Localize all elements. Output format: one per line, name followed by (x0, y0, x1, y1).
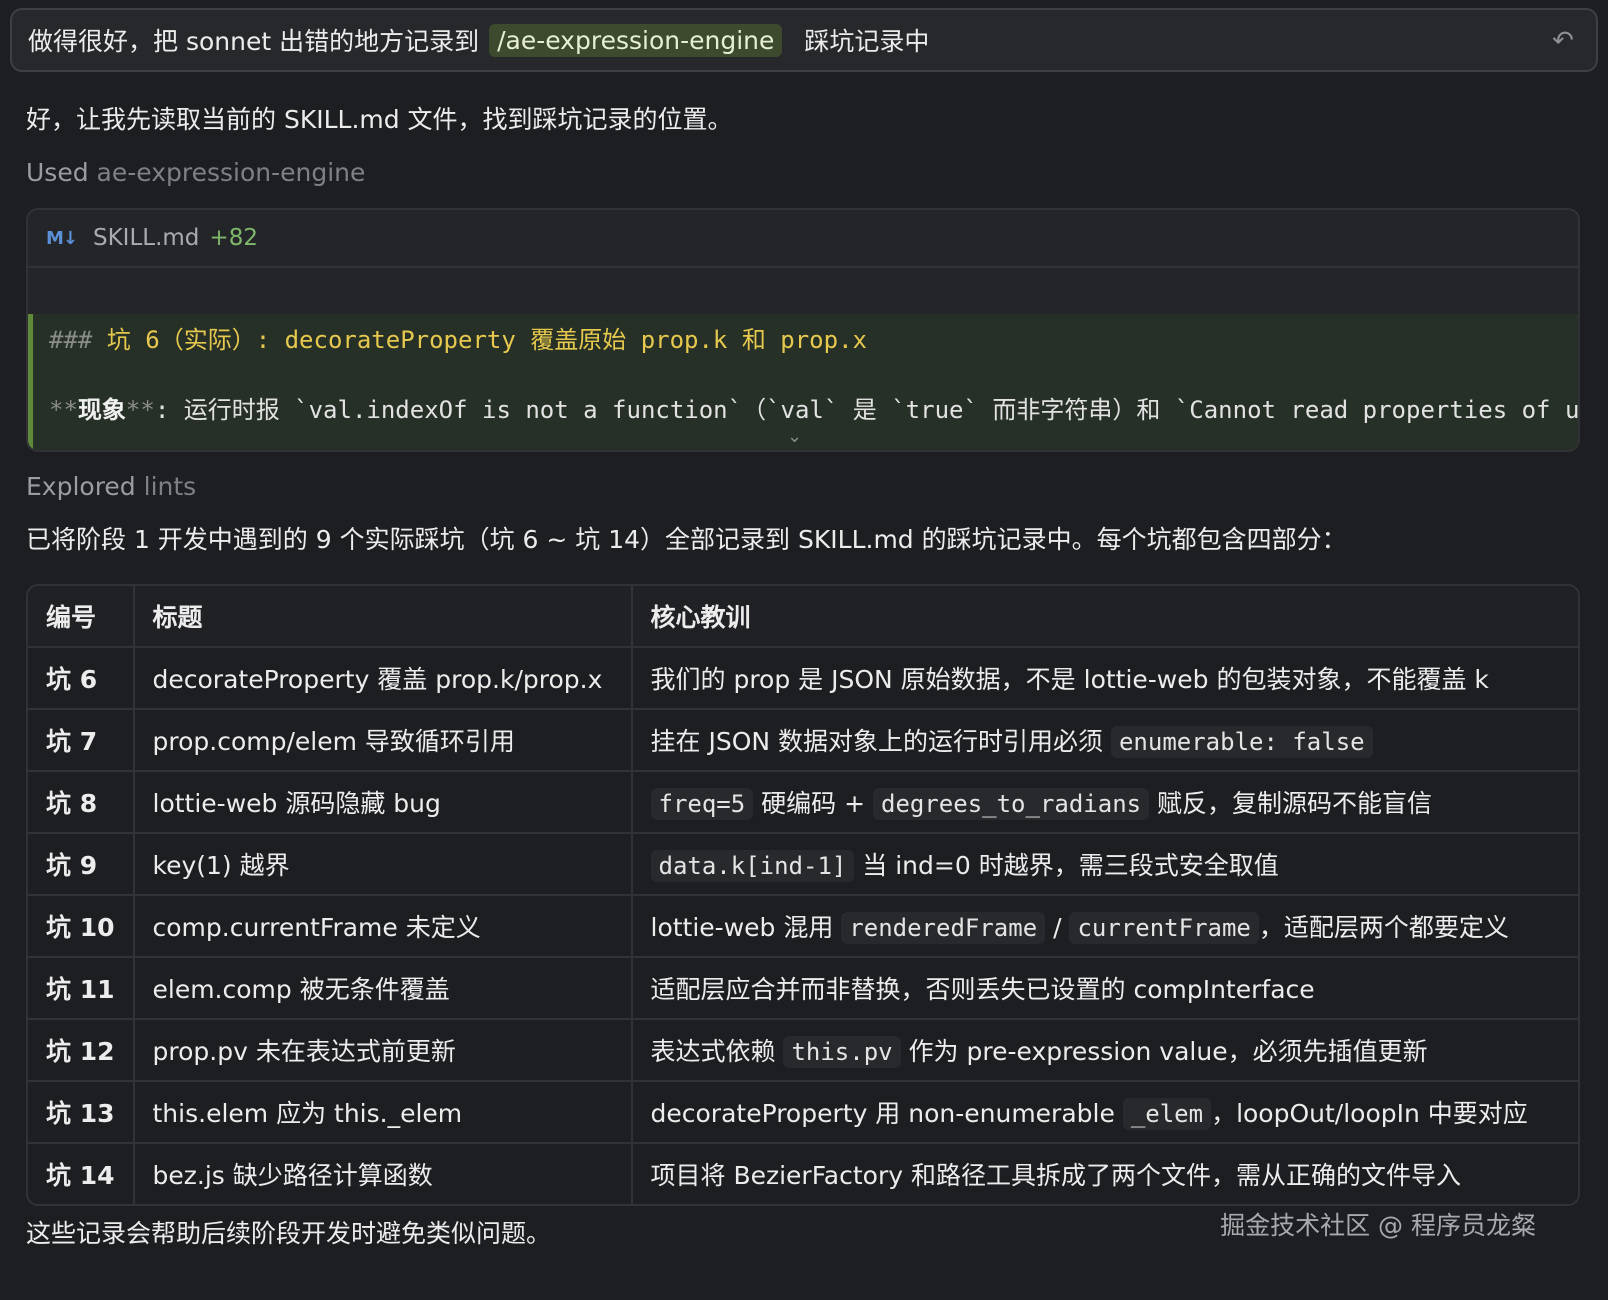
watermark: 掘金技术社区 @ 程序员龙粲 (1220, 1211, 1536, 1240)
cell-lesson: lottie-web 混用 renderedFrame / currentFra… (631, 895, 1578, 958)
table-row: 坑 12 prop.pv 未在表达式前更新 表达式依赖 this.pv 作为 pre… (28, 1019, 1578, 1082)
table-row: 坑 8 lottie-web 源码隐藏 bug freq=5 硬编码 + degre… (28, 771, 1578, 834)
explored-label: Explored (26, 472, 136, 501)
symptom-label: 现象 (77, 396, 126, 424)
cell-id: 坑 7 (28, 709, 135, 772)
header-id: 编号 (28, 586, 135, 648)
lesson-text: decorateProperty 用 non-enumerable (650, 1099, 1123, 1128)
prompt-text-pre: 做得很好，把 sonnet 出错的地方记录到 (28, 27, 480, 56)
lesson-text: 表达式依赖 (650, 1037, 784, 1066)
lesson-code: data.k[ind-1] (650, 850, 855, 882)
lesson-code: this.pv (783, 1036, 901, 1068)
diff-file-name: SKILL.md (93, 225, 200, 251)
used-label: Used (26, 158, 89, 187)
lesson-text: / (1045, 913, 1070, 942)
lesson-text: 我们的 prop 是 JSON 原始数据，不是 lottie-web 的包装对象… (650, 665, 1489, 694)
lesson-text: 挂在 JSON 数据对象上的运行时引用必须 (650, 727, 1111, 756)
pitfall-table: 编号 标题 核心教训 坑 6 decorateProperty 覆盖 prop.k… (26, 584, 1580, 1206)
lesson-code: currentFrame (1069, 912, 1259, 944)
diff-line-heading: ### 坑 6（实际）: decorateProperty 覆盖原始 prop.… (49, 320, 867, 355)
cell-title: decorateProperty 覆盖 prop.k/prop.x (133, 647, 633, 710)
cell-id: 坑 14 (28, 1143, 135, 1204)
used-tool-name: ae-expression-engine (96, 158, 366, 187)
cell-title: comp.currentFrame 未定义 (133, 895, 633, 958)
diff-card: M↓ SKILL.md +82 ### 坑 6（实际）: decoratePro… (26, 208, 1580, 452)
lesson-text: 作为 pre-expression value，必须先插值更新 (900, 1037, 1428, 1066)
prompt-text-post: 踩坑记录中 (804, 27, 930, 56)
expand-chevron-icon[interactable]: ⌄ (787, 426, 802, 447)
cell-id: 坑 8 (28, 771, 135, 834)
cell-lesson: 我们的 prop 是 JSON 原始数据，不是 lottie-web 的包装对象… (631, 647, 1578, 710)
lesson-code: freq=5 (650, 788, 754, 820)
cell-id: 坑 12 (28, 1019, 135, 1082)
cell-title: elem.comp 被无条件覆盖 (133, 957, 633, 1020)
explored-target: lints (143, 472, 197, 501)
cell-id: 坑 6 (28, 647, 135, 710)
lesson-code: enumerable: false (1110, 726, 1373, 758)
diff-added-count: +82 (209, 225, 258, 251)
assistant-intro: 好，让我先读取当前的 SKILL.md 文件，找到踩坑记录的位置。 (26, 105, 733, 134)
diff-added-block: ### 坑 6（实际）: decorateProperty 覆盖原始 prop.… (28, 314, 1578, 450)
table-row: 坑 7 prop.comp/elem 导致循环引用 挂在 JSON 数据对象上的运行… (28, 709, 1578, 772)
table-row: 坑 6 decorateProperty 覆盖 prop.k/prop.x 我们的 … (28, 647, 1578, 710)
user-prompt-bubble: 做得很好，把 sonnet 出错的地方记录到 /ae-expression-en… (10, 8, 1598, 72)
table-row: 坑 11 elem.comp 被无条件覆盖 适配层应合并而非替换，否则丢失已设置的 … (28, 957, 1578, 1020)
markdown-hash: ### (49, 326, 93, 354)
lesson-text: 赋反，复制源码不能盲信 (1149, 789, 1433, 818)
table-row: 坑 10 comp.currentFrame 未定义 lottie-web 混用 r… (28, 895, 1578, 958)
markdown-icon: M↓ (46, 227, 78, 249)
table-row: 坑 14 bez.js 缺少路径计算函数 项目将 BezierFactory 和路径… (28, 1143, 1578, 1204)
lesson-text: lottie-web 混用 (650, 913, 842, 942)
lesson-text: 硬编码 + (753, 789, 873, 818)
cell-lesson: 适配层应合并而非替换，否则丢失已设置的 compInterface (631, 957, 1578, 1020)
cell-title: this.elem 应为 this._elem (133, 1081, 633, 1144)
heading-text: 坑 6（实际）: decorateProperty 覆盖原始 prop.k 和 … (92, 326, 867, 354)
cell-title: key(1) 越界 (133, 833, 633, 896)
cell-lesson: decorateProperty 用 non-enumerable _elem，… (631, 1081, 1578, 1144)
header-lesson: 核心教训 (631, 586, 1578, 648)
cell-title: prop.pv 未在表达式前更新 (133, 1019, 633, 1082)
cell-title: bez.js 缺少路径计算函数 (133, 1143, 633, 1204)
symptom-text: : 运行时报 `val.indexOf is not a function`（`… (154, 396, 1580, 424)
lesson-text: ，适配层两个都要定义 (1258, 913, 1509, 942)
table-header-row: 编号 标题 核心教训 (28, 586, 1578, 648)
undo-icon[interactable]: ↶ (1548, 26, 1578, 56)
summary-text: 已将阶段 1 开发中遇到的 9 个实际踩坑（坑 6 ~ 坑 14）全部记录到 S… (26, 525, 1347, 554)
skill-chip[interactable]: /ae-expression-engine (489, 23, 783, 57)
header-title: 标题 (133, 586, 633, 648)
cell-lesson: freq=5 硬编码 + degrees_to_radians 赋反，复制源码不… (631, 771, 1578, 834)
lesson-text: 项目将 BezierFactory 和路径工具拆成了两个文件，需从正确的文件导入 (650, 1161, 1461, 1190)
bold-marker-open: ** (49, 396, 78, 424)
explored-line[interactable]: Explored lints (26, 472, 196, 501)
cell-lesson: 表达式依赖 this.pv 作为 pre-expression value，必须… (631, 1019, 1578, 1082)
lesson-text: 当 ind=0 时越界，需三段式安全取值 (854, 851, 1279, 880)
lesson-text: ，loopOut/loopIn 中要对应 (1211, 1099, 1528, 1128)
table-body: 坑 6 decorateProperty 覆盖 prop.k/prop.x 我们的 … (28, 647, 1578, 1204)
lesson-text: 适配层应合并而非替换，否则丢失已设置的 compInterface (650, 975, 1315, 1004)
cell-lesson: 挂在 JSON 数据对象上的运行时引用必须 enumerable: false (631, 709, 1578, 772)
lesson-code: renderedFrame (841, 912, 1046, 944)
table-row: 坑 9 key(1) 越界 data.k[ind-1] 当 ind=0 时越界，需三… (28, 833, 1578, 896)
cell-lesson: 项目将 BezierFactory 和路径工具拆成了两个文件，需从正确的文件导入 (632, 1143, 1579, 1204)
cell-title: lottie-web 源码隐藏 bug (133, 771, 633, 834)
bold-marker-close: ** (125, 396, 155, 424)
diff-card-header[interactable]: M↓ SKILL.md +82 (28, 210, 1578, 268)
cell-title: prop.comp/elem 导致循环引用 (133, 709, 633, 772)
cell-lesson: data.k[ind-1] 当 ind=0 时越界，需三段式安全取值 (631, 833, 1578, 896)
cell-id: 坑 13 (28, 1081, 135, 1144)
lesson-code: _elem (1122, 1098, 1212, 1130)
cell-id: 坑 9 (28, 833, 135, 896)
diff-line-symptom: **现象**: 运行时报 `val.indexOf is not a funct… (49, 390, 1580, 425)
cell-id: 坑 10 (28, 895, 135, 958)
lesson-code: degrees_to_radians (873, 788, 1150, 820)
used-tool-line[interactable]: Used ae-expression-engine (26, 158, 365, 187)
cell-id: 坑 11 (28, 957, 135, 1020)
closing-text: 这些记录会帮助后续阶段开发时避免类似问题。 (26, 1219, 552, 1248)
table-row: 坑 13 this.elem 应为 this._elem decoratePrope… (28, 1081, 1578, 1144)
